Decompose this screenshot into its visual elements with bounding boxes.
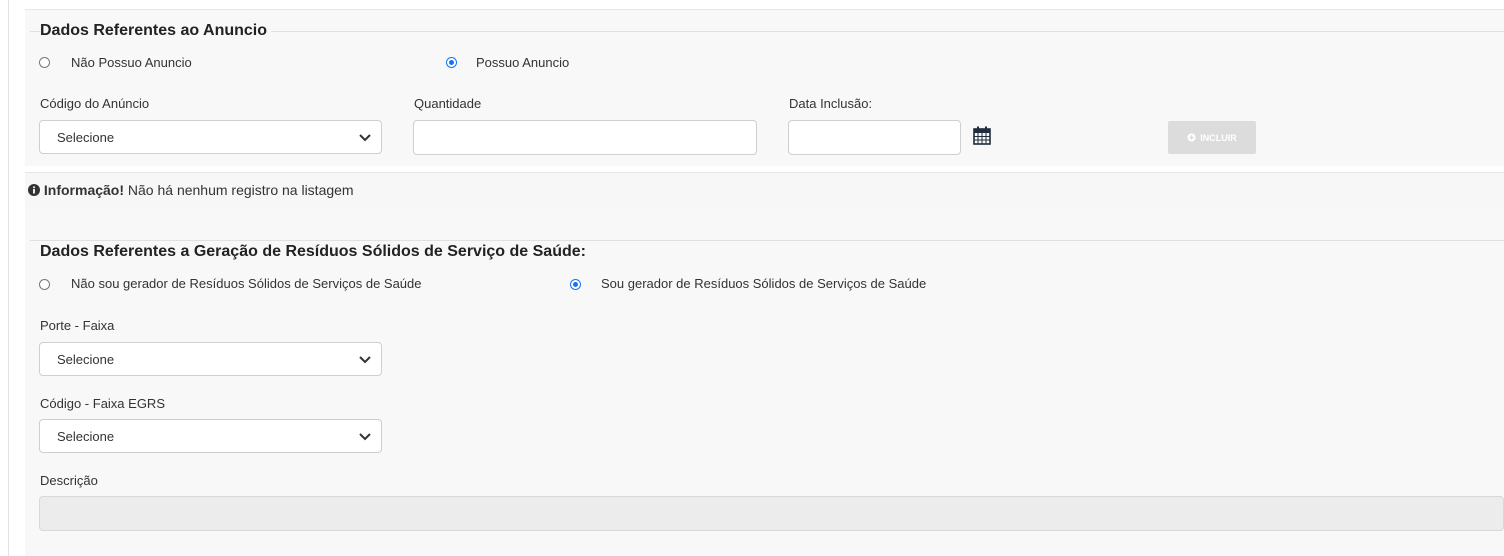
- codigo-anuncio-label: Código do Anúncio: [40, 96, 150, 111]
- porte-faixa-label: Porte - Faixa: [40, 318, 115, 333]
- descricao-label: Descrição: [40, 473, 98, 488]
- residuos-section-title: Dados Referentes a Geração de Resíduos S…: [40, 243, 590, 261]
- info-alert-text: Informação! Não há nenhum registro na li…: [28, 182, 354, 198]
- chevron-down-icon: [359, 433, 371, 441]
- radio-nao-possuo-anuncio-label: Não Possuo Anuncio: [71, 55, 192, 70]
- codigo-anuncio-select[interactable]: Selecione: [39, 120, 382, 154]
- radio-possuo-anuncio-label: Possuo Anuncio: [476, 55, 570, 70]
- data-inclusao-label: Data Inclusão:: [789, 96, 873, 111]
- radio-nao-possuo-anuncio[interactable]: [39, 57, 50, 68]
- info-circle-icon: [28, 184, 40, 196]
- info-alert-strong: Informação!: [43, 182, 125, 198]
- quantidade-label: Quantidade: [414, 96, 482, 111]
- residuos-fieldset-line: [30, 240, 1504, 241]
- radio-possuo-anuncio[interactable]: [446, 57, 457, 68]
- quantidade-input[interactable]: [413, 120, 757, 155]
- plus-circle-icon: [1187, 133, 1196, 142]
- info-alert: Informação! Não há nenhum registro na li…: [25, 172, 1504, 209]
- porte-faixa-select-value: Selecione: [57, 352, 115, 367]
- calendar-icon[interactable]: [973, 126, 991, 145]
- radio-nao-sou-gerador[interactable]: [39, 279, 50, 290]
- porte-faixa-select[interactable]: Selecione: [39, 342, 382, 376]
- page-left-border: [8, 0, 9, 556]
- chevron-down-icon: [359, 356, 371, 364]
- descricao-input[interactable]: [39, 496, 1504, 531]
- radio-sou-gerador-label: Sou gerador de Resíduos Sólidos de Servi…: [601, 276, 927, 291]
- codigo-faixa-egrs-select[interactable]: Selecione: [39, 419, 382, 453]
- codigo-faixa-egrs-select-value: Selecione: [57, 429, 115, 444]
- radio-nao-sou-gerador-label: Não sou gerador de Resíduos Sólidos de S…: [71, 276, 422, 291]
- codigo-faixa-egrs-label: Código - Faixa EGRS: [40, 396, 165, 411]
- incluir-button-label: INCLUIR: [1200, 132, 1237, 143]
- data-inclusao-input[interactable]: [788, 120, 961, 155]
- codigo-anuncio-select-value: Selecione: [57, 130, 115, 145]
- radio-sou-gerador[interactable]: [570, 279, 581, 290]
- incluir-button[interactable]: INCLUIR: [1168, 121, 1256, 154]
- anuncio-section-title: Dados Referentes ao Anuncio: [40, 22, 272, 40]
- chevron-down-icon: [359, 134, 371, 142]
- info-alert-message: Não há nenhum registro na listagem: [127, 182, 354, 198]
